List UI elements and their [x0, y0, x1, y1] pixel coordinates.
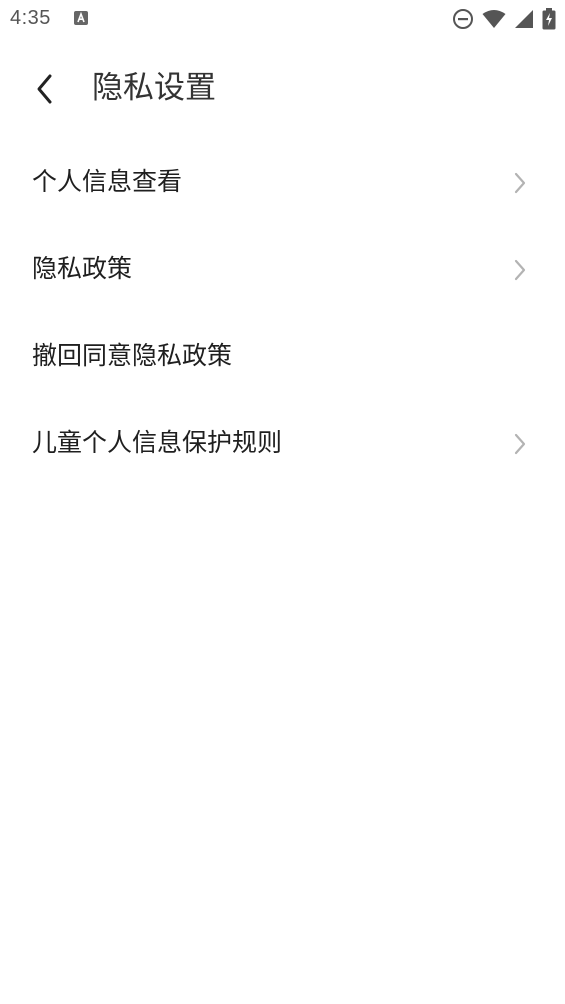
signal-icon: [514, 9, 534, 29]
status-icons: [452, 7, 556, 31]
chevron-right-icon: [514, 433, 526, 455]
back-button[interactable]: [22, 66, 68, 112]
status-time: 4:35: [10, 7, 51, 29]
status-bar: 4:35: [0, 0, 565, 38]
menu-item-label: 撤回同意隐私政策: [32, 341, 233, 370]
chevron-right-icon: [514, 172, 526, 194]
menu-item-privacy-policy[interactable]: 隐私政策: [0, 226, 565, 313]
page-title: 隐私设置: [92, 70, 216, 106]
menu-item-withdraw-consent[interactable]: 撤回同意隐私政策: [0, 313, 565, 400]
a-box-icon: [73, 10, 89, 26]
menu-item-label: 个人信息查看: [32, 167, 183, 196]
menu-item-label: 隐私政策: [32, 254, 133, 283]
header: 隐私设置: [0, 58, 565, 118]
menu-item-children-privacy-rules[interactable]: 儿童个人信息保护规则: [0, 400, 565, 487]
chevron-right-icon: [514, 259, 526, 281]
privacy-menu-list: 个人信息查看 隐私政策 撤回同意隐私政策 儿童个人信息保护规则: [0, 139, 565, 487]
chevron-left-icon: [37, 74, 52, 104]
menu-item-label: 儿童个人信息保护规则: [32, 428, 283, 457]
menu-item-personal-info[interactable]: 个人信息查看: [0, 139, 565, 226]
wifi-icon: [482, 9, 506, 29]
battery-charging-icon: [542, 8, 556, 30]
do-not-disturb-icon: [452, 8, 474, 30]
